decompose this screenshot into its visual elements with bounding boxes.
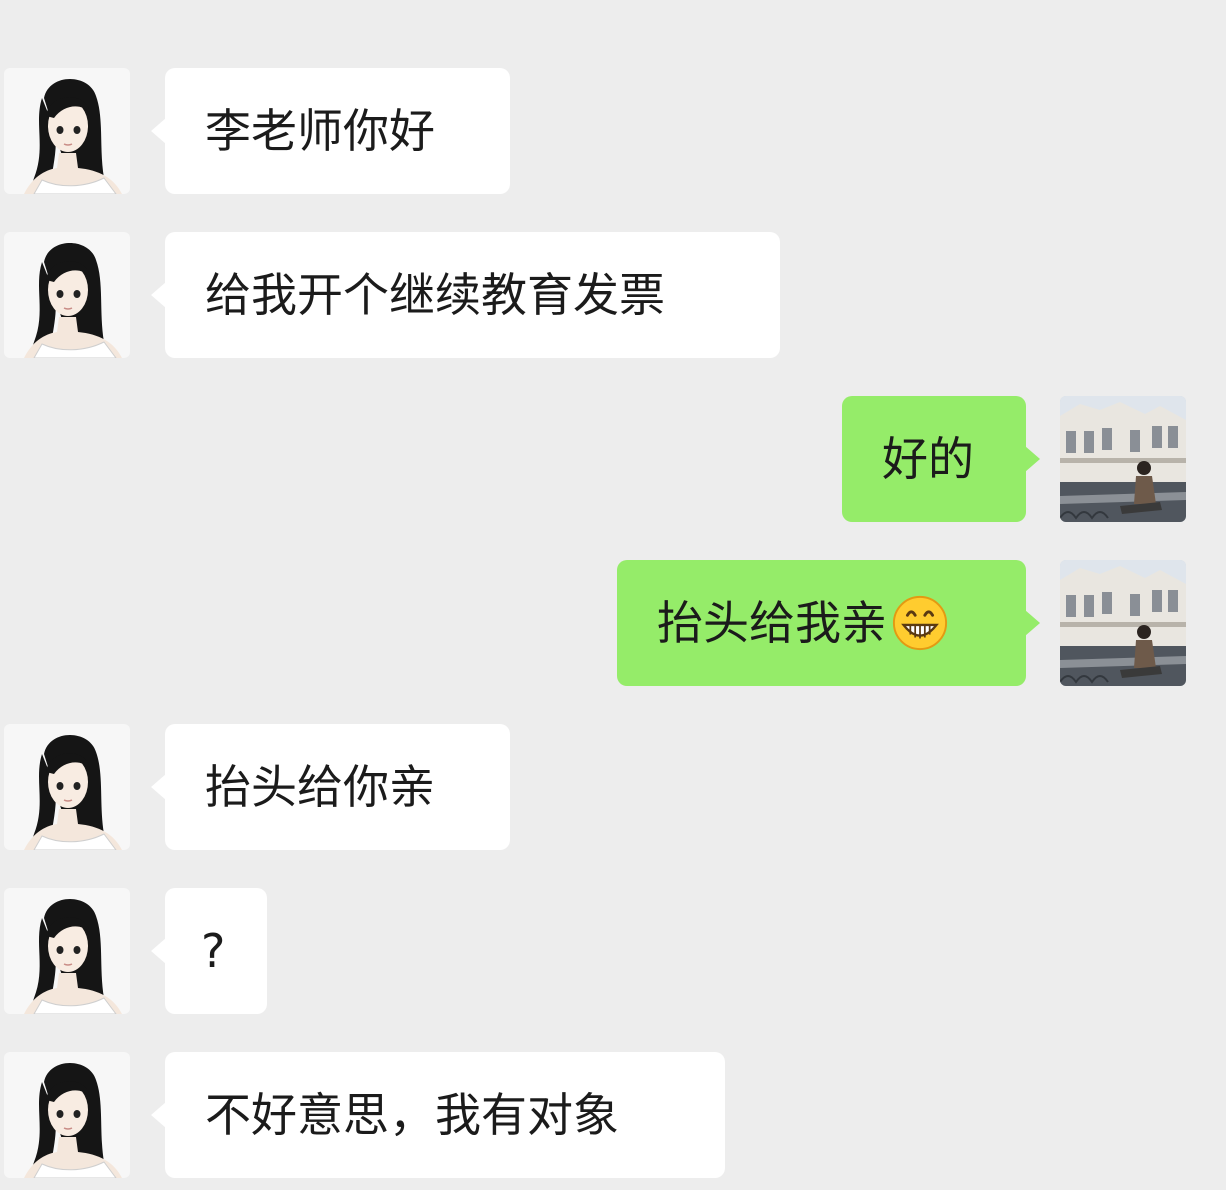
building-photo-avatar[interactable] xyxy=(1060,396,1186,522)
outgoing-message-bubble[interactable]: 好的 xyxy=(842,396,1040,522)
girl-illustration-avatar[interactable] xyxy=(4,232,130,358)
message-text: ? xyxy=(201,924,226,978)
incoming-message-bubble[interactable]: 抬头给你亲 xyxy=(151,724,510,850)
message-row: 抬头给我亲 xyxy=(0,560,1226,686)
message-text: 抬头给我亲 xyxy=(657,596,887,650)
girl-illustration-avatar[interactable] xyxy=(4,724,130,850)
message-text: 李老师你好 xyxy=(205,104,435,158)
girl-illustration-avatar[interactable] xyxy=(4,888,130,1014)
message-row: 不好意思，我有对象 xyxy=(0,1052,1226,1178)
building-photo-avatar[interactable] xyxy=(1060,560,1186,686)
message-row: 好的 xyxy=(0,396,1226,522)
message-row: 抬头给你亲 xyxy=(0,724,1226,850)
grinning-face-emoji-icon xyxy=(891,594,949,652)
message-text: 给我开个继续教育发票 xyxy=(205,268,665,322)
incoming-message-bubble[interactable]: 李老师你好 xyxy=(151,68,510,194)
message-text: 抬头给你亲 xyxy=(205,760,435,814)
message-text: 好的 xyxy=(882,432,974,486)
girl-illustration-avatar[interactable] xyxy=(4,68,130,194)
message-row: 给我开个继续教育发票 xyxy=(0,232,1226,358)
outgoing-message-bubble[interactable]: 抬头给我亲 xyxy=(617,560,1040,686)
message-row: 李老师你好 xyxy=(0,68,1226,194)
incoming-message-bubble[interactable]: ? xyxy=(151,888,267,1014)
incoming-message-bubble[interactable]: 不好意思，我有对象 xyxy=(151,1052,725,1178)
message-row: ? xyxy=(0,888,1226,1014)
message-text: 不好意思，我有对象 xyxy=(205,1088,619,1142)
girl-illustration-avatar[interactable] xyxy=(4,1052,130,1178)
incoming-message-bubble[interactable]: 给我开个继续教育发票 xyxy=(151,232,780,358)
